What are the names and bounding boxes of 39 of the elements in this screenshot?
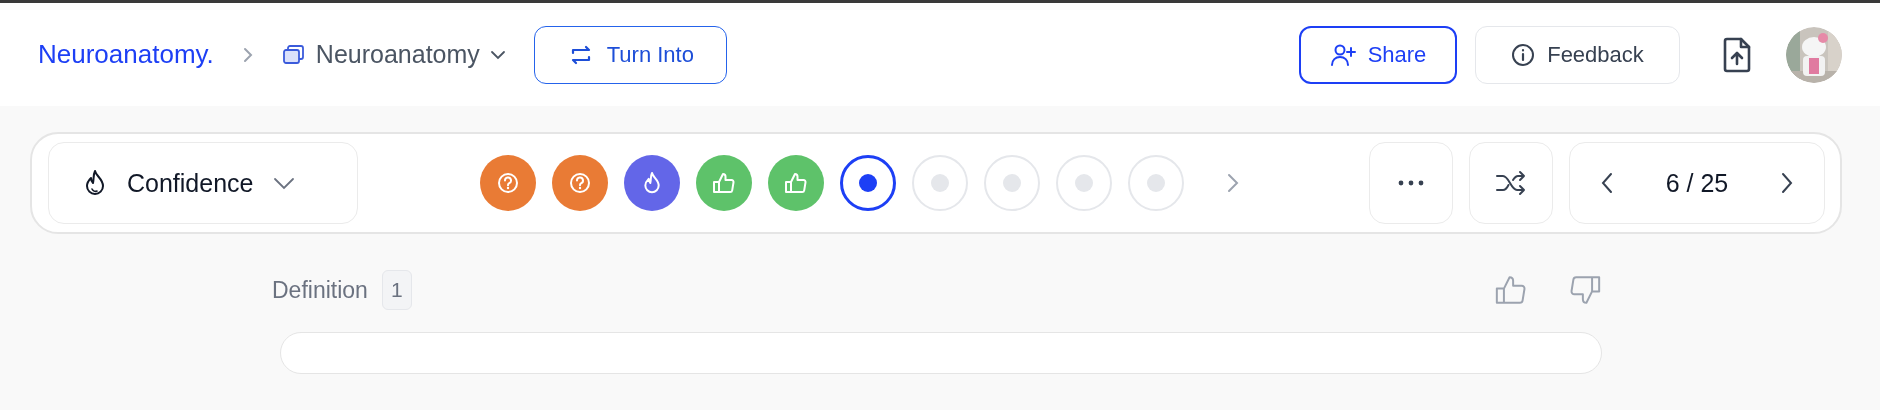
shuffle-button[interactable]	[1469, 142, 1553, 224]
thumbs-down-icon[interactable]	[1568, 274, 1602, 306]
count-badge: 1	[381, 270, 412, 310]
thumbs-up-icon	[784, 172, 808, 194]
card-dot[interactable]	[1128, 155, 1184, 211]
stacked-cards-icon	[281, 43, 306, 66]
shuffle-icon	[1495, 170, 1527, 196]
chevron-right-icon	[241, 45, 254, 64]
question-card-dot[interactable]	[480, 155, 536, 211]
info-icon	[1511, 42, 1536, 67]
ellipsis-icon	[1397, 179, 1425, 187]
flame-card-dot[interactable]	[624, 155, 680, 211]
card-dot[interactable]	[1056, 155, 1112, 211]
card-dot[interactable]	[984, 155, 1040, 211]
question-icon	[497, 172, 519, 194]
share-button[interactable]: Share	[1299, 25, 1457, 84]
question-card-dot[interactable]	[552, 155, 608, 211]
thumbs-up-icon[interactable]	[1494, 274, 1528, 306]
page-counter: 6 / 25	[1665, 168, 1729, 198]
thumbs-up-card-dot[interactable]	[768, 155, 824, 211]
definition-label: Definition	[272, 276, 368, 304]
card-dot[interactable]	[912, 155, 968, 211]
add-user-icon	[1329, 42, 1356, 67]
question-icon	[569, 172, 591, 194]
turn-into-button[interactable]: Turn Into	[533, 25, 727, 84]
file-upload-icon[interactable]	[1722, 36, 1752, 73]
chevron-down-icon	[273, 176, 296, 190]
deck-dropdown[interactable]: Neuroanatomy	[281, 40, 506, 69]
current-card-dot[interactable]	[840, 155, 896, 211]
breadcrumb-link[interactable]: Neuroanatomy.	[38, 39, 214, 70]
mode-dropdown[interactable]: Confidence	[48, 142, 358, 224]
chevron-down-icon	[489, 48, 506, 61]
flame-icon	[83, 169, 107, 197]
thumbs-up-icon	[712, 172, 736, 194]
feedback-button[interactable]: Feedback	[1475, 25, 1680, 84]
chevron-right-icon[interactable]	[1780, 171, 1794, 195]
flame-icon	[642, 171, 662, 195]
chevron-left-icon[interactable]	[1600, 171, 1614, 195]
thumbs-up-card-dot[interactable]	[696, 155, 752, 211]
